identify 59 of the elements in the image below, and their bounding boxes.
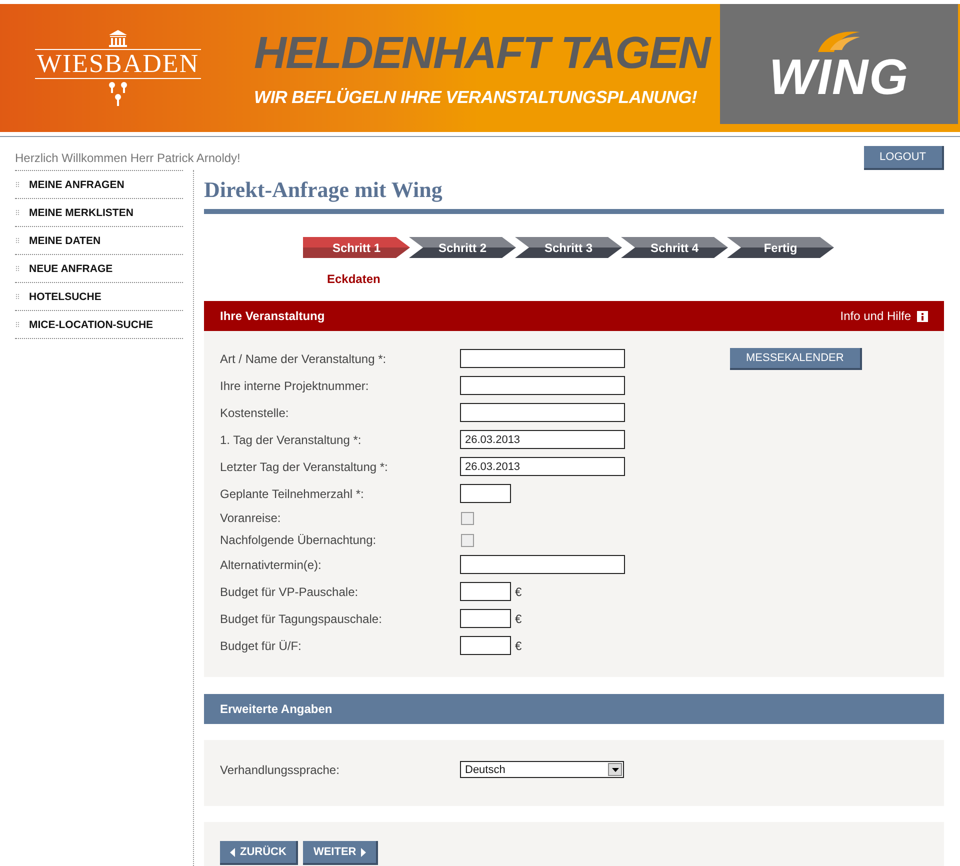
step-caption: Eckdaten bbox=[327, 272, 382, 286]
field-label: Budget für VP-Pauschale: bbox=[220, 584, 360, 598]
field-label: Letzter Tag der Veranstaltung *: bbox=[220, 460, 389, 474]
input-field[interactable] bbox=[460, 376, 625, 395]
info-icon bbox=[917, 310, 928, 322]
caret-icon bbox=[612, 768, 618, 772]
language-dropdown[interactable]: Deutsch bbox=[460, 761, 624, 778]
next-button[interactable]: WEITER bbox=[303, 841, 378, 865]
input-field[interactable] bbox=[460, 582, 511, 601]
sidebar-item[interactable]: NEUE ANFRAGE bbox=[29, 262, 113, 274]
section-title: Ihre Veranstaltung bbox=[220, 309, 325, 323]
checkbox[interactable] bbox=[461, 534, 474, 546]
field-label: Budget für Ü/F: bbox=[220, 638, 302, 652]
input-field[interactable]: 26.03.2013 bbox=[460, 430, 625, 449]
step-tab[interactable]: Schritt 2 bbox=[409, 237, 516, 258]
sidebar-item[interactable]: HOTELSUCHE bbox=[29, 290, 102, 302]
headline: HELDENHAFT TAGEN bbox=[254, 28, 712, 76]
left-triangle-icon bbox=[230, 848, 235, 856]
input-field[interactable] bbox=[460, 349, 625, 368]
sidebar-item[interactable]: MEINE MERKLISTEN bbox=[29, 206, 134, 218]
field-label: Ihre interne Projektnummer: bbox=[220, 378, 370, 392]
tagline: WIR BEFLÜGELN IHRE VERANSTALTUNGSPLANUNG! bbox=[254, 86, 698, 108]
welcome-text: Herzlich Willkommen Herr Patrick Arnoldy! bbox=[15, 150, 240, 164]
city-logo-text: WIESBADEN bbox=[34, 49, 202, 79]
input-field[interactable] bbox=[460, 403, 625, 422]
field-label: Budget für Tagungspauschale: bbox=[220, 612, 383, 626]
input-field[interactable] bbox=[460, 484, 511, 503]
input-field[interactable] bbox=[460, 555, 625, 574]
sidebar-item[interactable]: MEINE ANFRAGEN bbox=[29, 178, 124, 190]
brand-logo-text: WING bbox=[768, 54, 910, 100]
input-field[interactable]: 26.03.2013 bbox=[460, 457, 625, 476]
trade-fair-calendar-button[interactable]: MESSEKALENDER bbox=[730, 348, 862, 370]
right-triangle-icon bbox=[361, 848, 366, 856]
field-label: Voranreise: bbox=[220, 511, 282, 525]
input-field[interactable] bbox=[460, 636, 511, 655]
step-tab[interactable]: Schritt 1 bbox=[303, 237, 410, 258]
checkbox[interactable] bbox=[461, 512, 474, 524]
step-tab[interactable]: Fertig bbox=[727, 237, 834, 258]
section-title: Erweiterte Angaben bbox=[220, 702, 332, 716]
help-link[interactable]: Info und Hilfe bbox=[840, 309, 928, 323]
field-label: Alternativtermin(e): bbox=[220, 558, 322, 572]
back-button[interactable]: ZURÜCK bbox=[220, 841, 298, 865]
field-label: Kostenstelle: bbox=[220, 406, 290, 420]
currency-symbol: € bbox=[515, 638, 522, 652]
field-label: 1. Tag der Veranstaltung *: bbox=[220, 432, 362, 446]
sidebar-item[interactable]: MEINE DATEN bbox=[29, 234, 101, 246]
step-tab[interactable]: Schritt 4 bbox=[621, 237, 728, 258]
input-field[interactable] bbox=[460, 609, 511, 628]
sidebar-item[interactable]: MICE-LOCATION-SUCHE bbox=[29, 318, 154, 330]
field-label: Verhandlungssprache: bbox=[220, 762, 340, 776]
currency-symbol: € bbox=[515, 584, 522, 598]
currency-symbol: € bbox=[515, 612, 522, 626]
step-tab[interactable]: Schritt 3 bbox=[515, 237, 622, 258]
page-title: Direkt-Anfrage mit Wing bbox=[204, 170, 944, 214]
building-icon bbox=[107, 29, 129, 47]
logout-button[interactable]: LOGOUT bbox=[864, 146, 944, 170]
field-label: Nachfolgende Übernachtung: bbox=[220, 533, 378, 547]
field-label: Art / Name der Veranstaltung *: bbox=[220, 352, 388, 366]
field-label: Geplante Teilnehmerzahl *: bbox=[220, 486, 365, 500]
